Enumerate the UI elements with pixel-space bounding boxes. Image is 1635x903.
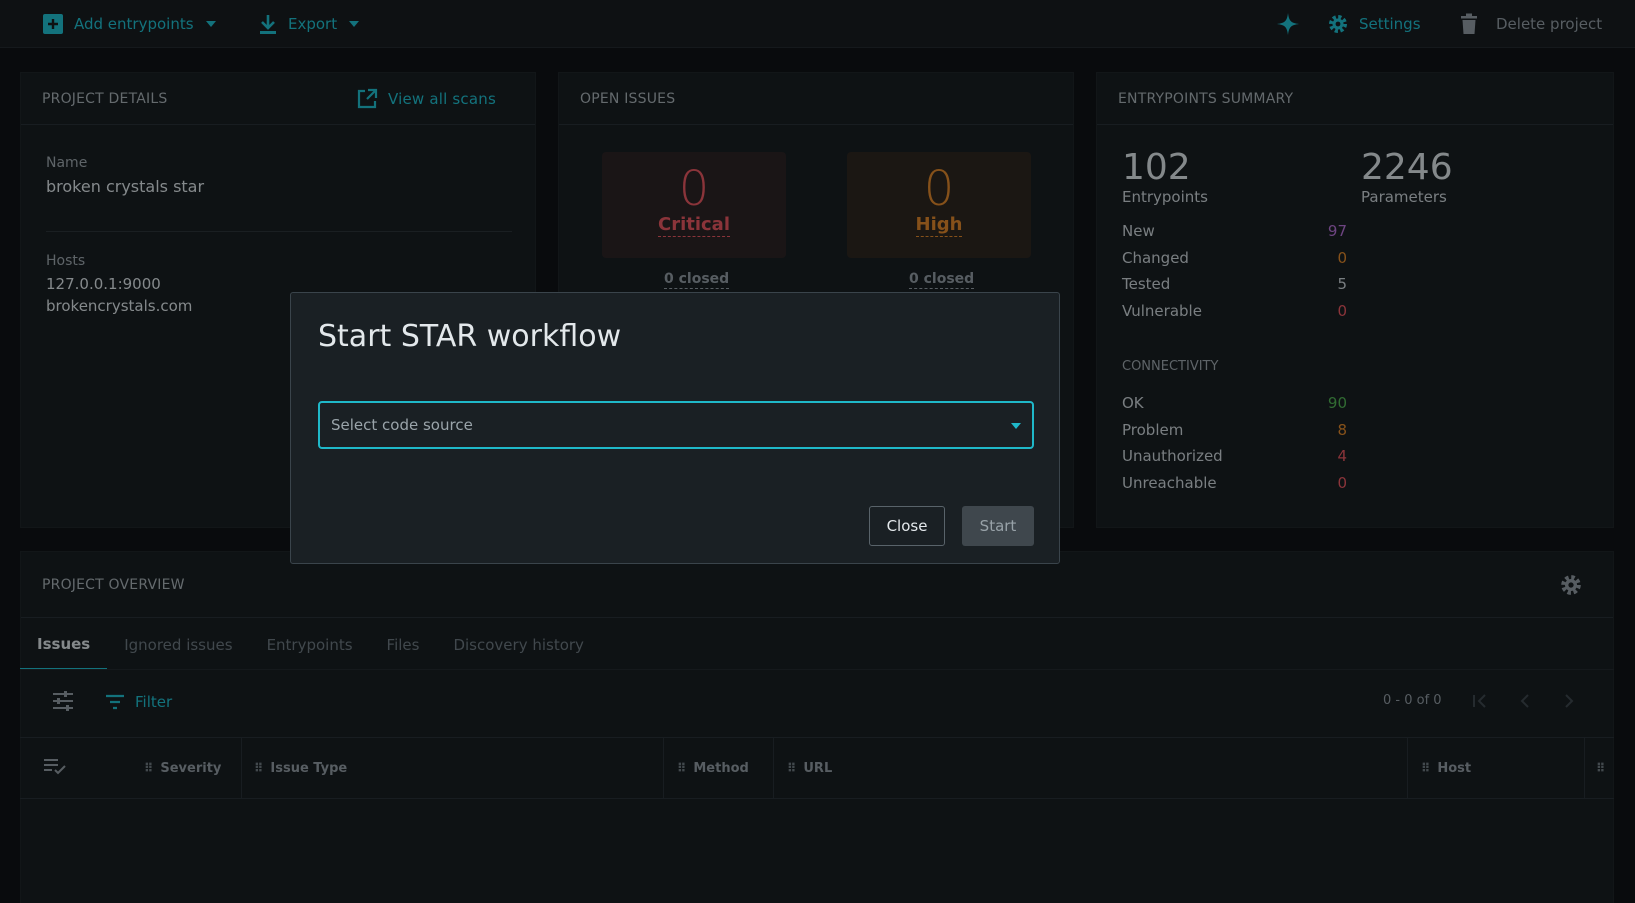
start-star-workflow-dialog: Start STAR workflow Select code source C… — [290, 292, 1060, 564]
start-button[interactable]: Start — [962, 506, 1034, 546]
select-placeholder: Select code source — [331, 416, 473, 434]
dialog-title: Start STAR workflow — [318, 319, 622, 354]
code-source-select[interactable]: Select code source — [318, 401, 1034, 449]
chevron-down-icon — [1011, 423, 1021, 429]
close-button[interactable]: Close — [869, 506, 945, 546]
